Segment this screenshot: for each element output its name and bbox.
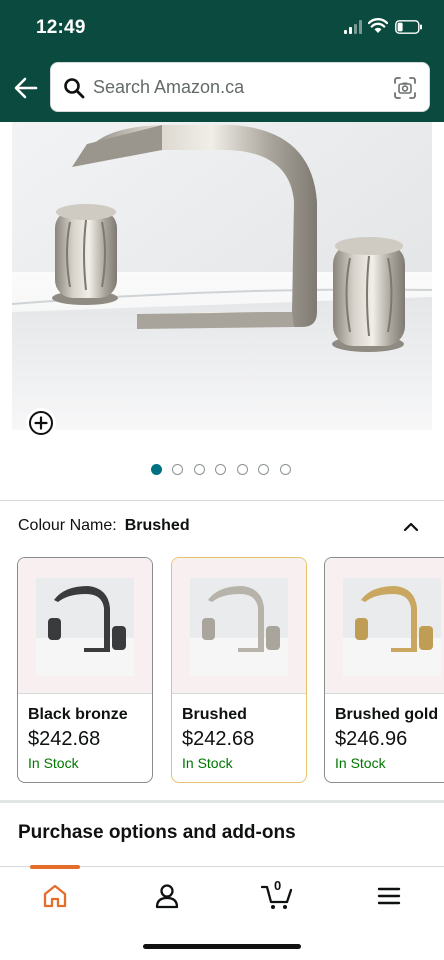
swatch-stock: In Stock [28,755,79,771]
colour-swatch-black-bronze[interactable]: Black bronze $242.68 In Stock [17,557,153,783]
pagination-dot[interactable] [151,464,162,475]
swatch-name: Black bronze [28,706,128,723]
swatch-name: Brushed [182,706,247,723]
status-time: 12:49 [36,17,86,38]
battery-icon [395,20,422,34]
zoom-plus-icon [29,411,53,435]
colour-selected-value: Brushed [124,517,190,534]
pagination-dot[interactable] [258,464,269,475]
account-icon[interactable] [152,881,182,911]
swatch-price: $246.96 [335,728,408,750]
swatch-thumbnail [325,558,444,694]
colour-swatch-brushed[interactable]: Brushed $242.68 In Stock [171,557,307,783]
status-bar: 12:49 [0,0,444,56]
product-image[interactable] [12,122,432,430]
faucet-thumbnail [36,578,134,676]
swatch-name: Brushed gold [335,706,439,723]
home-indicator [143,944,301,949]
active-tab-indicator [30,865,80,869]
camera-scan-icon[interactable] [393,76,417,100]
chevron-up-icon[interactable] [402,518,420,536]
divider [0,500,444,501]
pagination-dot[interactable] [280,464,291,475]
faucet-thumbnail [190,578,288,676]
wifi-icon [368,18,388,33]
pagination-dot[interactable] [237,464,248,475]
swatch-stock: In Stock [335,755,386,771]
search-icon [64,78,85,99]
home-icon[interactable] [40,881,70,911]
faucet-photo [12,122,432,430]
swatch-thumbnail [18,558,152,694]
swatch-price: $242.68 [28,728,101,750]
section-divider [0,800,444,803]
app-header: 12:49 [0,0,444,122]
swatch-thumbnail [172,558,306,694]
image-pagination [0,462,444,478]
purchase-options-title[interactable]: Purchase options and add-ons [18,822,296,844]
swatch-price: $242.68 [182,728,255,750]
cellular-signal-icon [344,20,362,34]
search-bar[interactable] [50,62,430,112]
search-input[interactable] [93,63,383,111]
pagination-dot[interactable] [215,464,226,475]
cart-button[interactable]: 0 [260,878,296,911]
menu-icon[interactable] [374,881,404,911]
pagination-dot[interactable] [172,464,183,475]
zoom-button[interactable] [26,408,56,438]
colour-selector-header[interactable]: Colour Name: Brushed [18,517,428,539]
pagination-dot[interactable] [194,464,205,475]
back-arrow-icon[interactable] [12,74,40,102]
faucet-thumbnail [343,578,441,676]
cart-count: 0 [274,878,282,893]
colour-label: Colour Name: [18,517,117,534]
colour-swatch-brushed-gold[interactable]: Brushed gold $246.96 In Stock [324,557,444,783]
swatch-stock: In Stock [182,755,233,771]
